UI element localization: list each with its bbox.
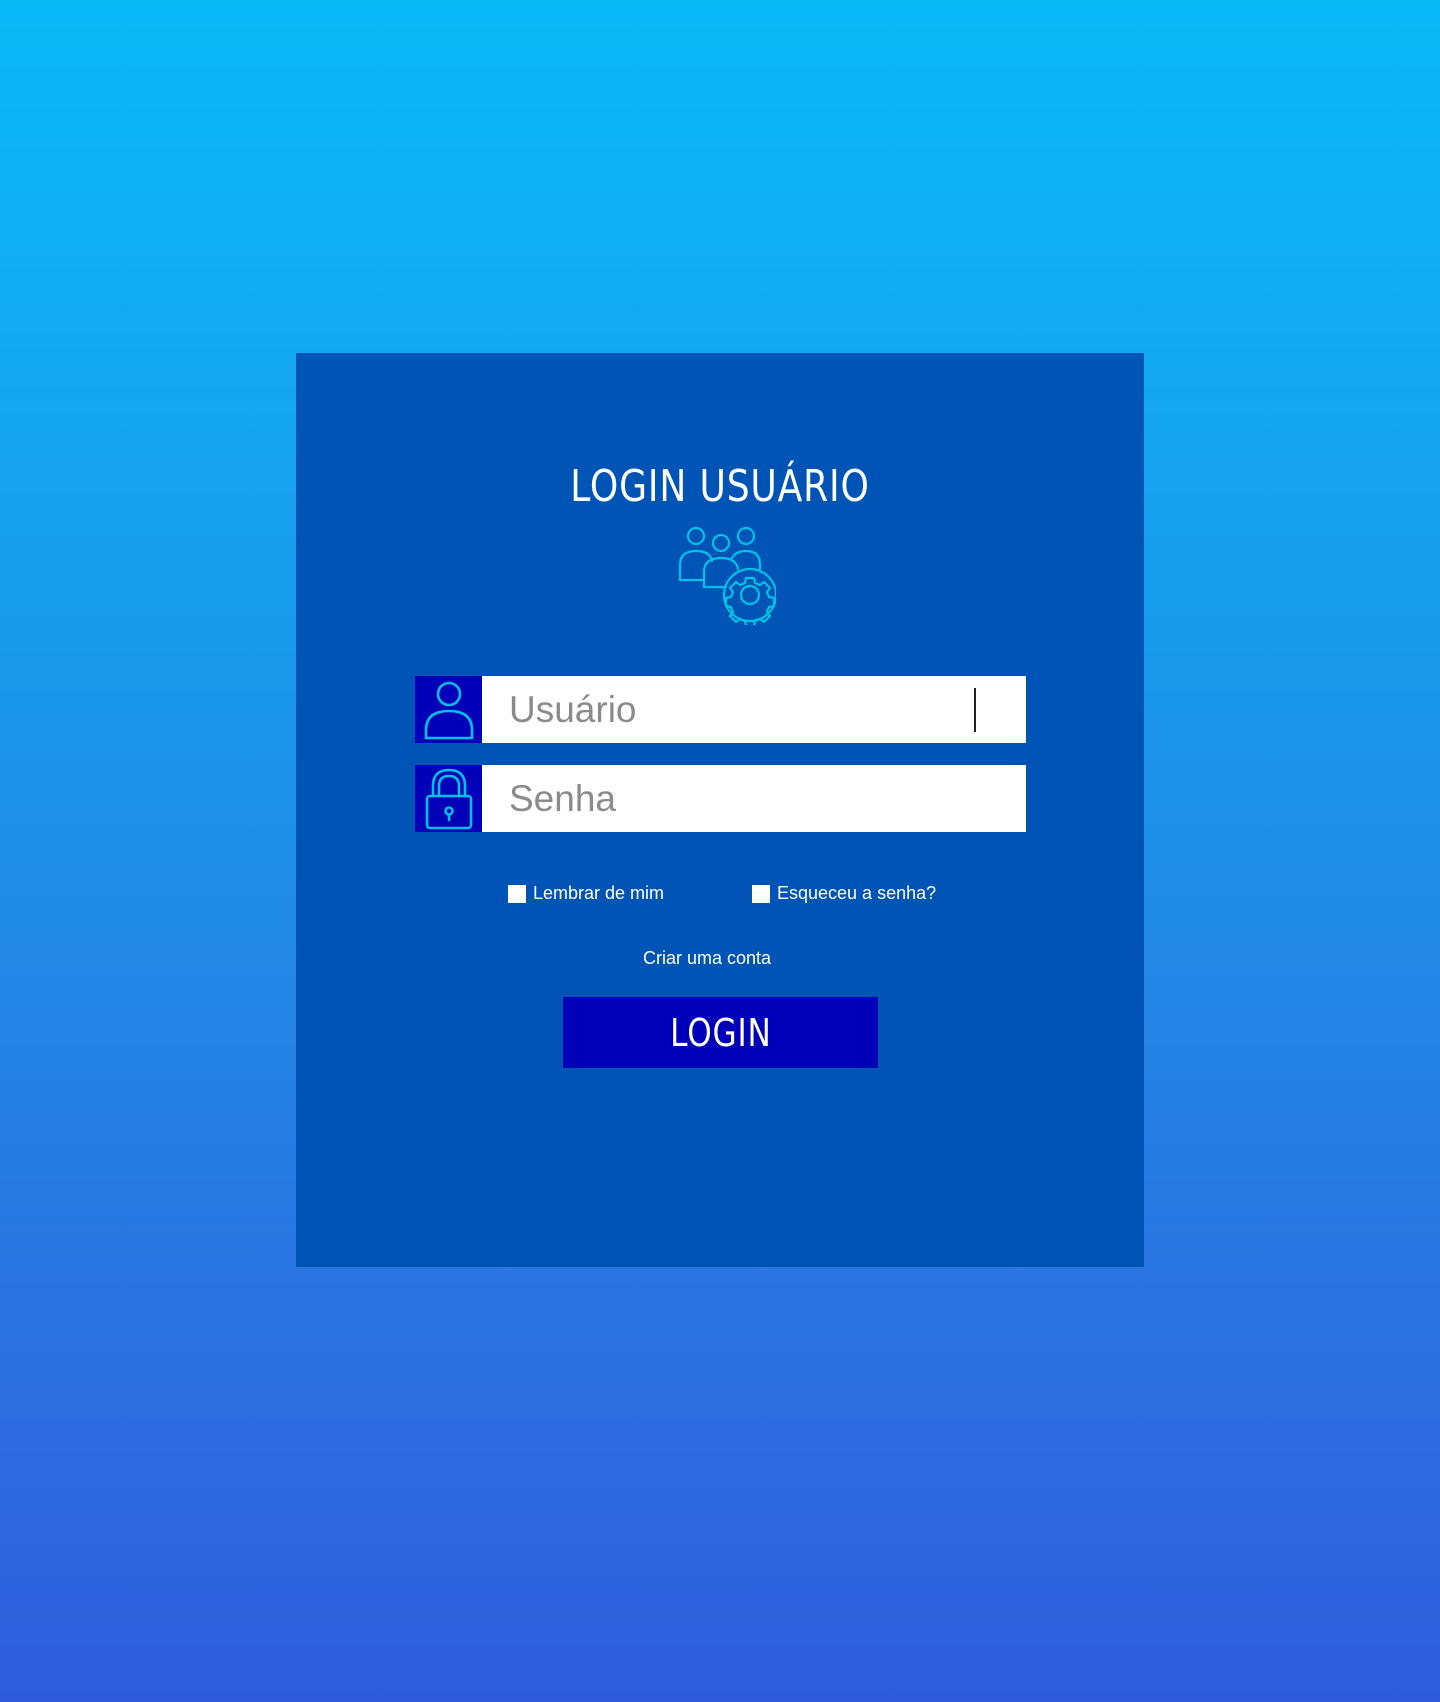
username-input[interactable] (482, 676, 1026, 743)
forgot-password-checkbox[interactable] (752, 884, 770, 903)
login-button-label: LOGIN (669, 1010, 772, 1055)
username-field-group (415, 676, 1026, 743)
password-field-group (415, 765, 1026, 832)
remember-me-checkbox[interactable] (508, 884, 526, 903)
text-cursor (974, 688, 976, 732)
user-icon (424, 681, 473, 739)
username-icon-box (415, 676, 482, 743)
users-gear-icon (678, 526, 776, 625)
forgot-password-option[interactable]: Esqueceu a senha? (752, 883, 936, 904)
password-input[interactable] (482, 765, 1026, 832)
login-title: LOGIN USUÁRIO (570, 461, 870, 512)
create-account-link[interactable]: Criar uma conta (283, 948, 1131, 969)
forgot-password-label: Esqueceu a senha? (777, 883, 937, 903)
remember-me-option[interactable]: Lembrar de mim (508, 883, 664, 904)
login-card: LOGIN USUÁRIO Usuário Lembrar de mim Esq… (296, 353, 1144, 1267)
lock-icon (425, 768, 472, 829)
login-button[interactable]: LOGIN (563, 997, 878, 1068)
remember-me-label: Lembrar de mim (533, 883, 665, 903)
password-icon-box (415, 765, 482, 832)
